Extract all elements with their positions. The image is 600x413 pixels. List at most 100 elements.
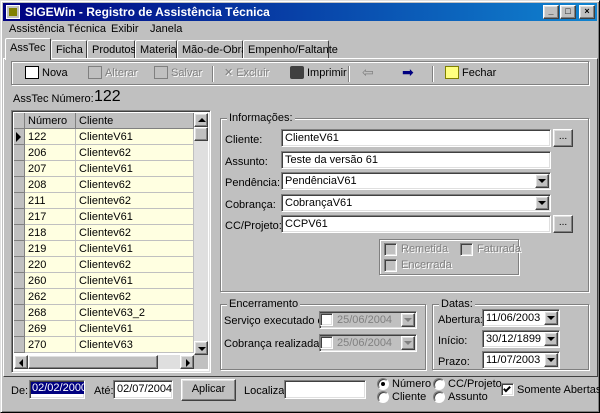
scroll-up-button[interactable] [194, 113, 208, 127]
close-button[interactable]: × [579, 5, 595, 19]
row-indicator[interactable] [14, 257, 25, 273]
table-row[interactable]: 268 ClienteV63_2 [14, 305, 194, 321]
table-row[interactable]: 260 ClienteV61 [14, 273, 194, 289]
cobranca-select[interactable]: CobrançaV61 [281, 194, 551, 212]
cell-cliente[interactable]: Clientev62 [76, 177, 194, 193]
cell-numero[interactable]: 220 [25, 257, 76, 273]
table-row[interactable]: 269 ClienteV61 [14, 321, 194, 337]
menu-exibir[interactable]: Exibir [111, 23, 139, 35]
cell-numero[interactable]: 211 [25, 193, 76, 209]
servico-executado-checkbox[interactable] [320, 313, 333, 326]
ccprojeto-radio[interactable] [433, 378, 445, 390]
tab-produtos[interactable]: Produtos [87, 40, 136, 59]
alterar-button[interactable]: Alterar [88, 66, 137, 82]
dropdown-arrow-icon[interactable] [401, 313, 415, 327]
prazo-date[interactable]: 11/07/2003 [482, 351, 560, 369]
records-grid[interactable]: Número Cliente 122 ClienteV61 206 Clientev6… [11, 110, 211, 373]
cell-cliente[interactable]: ClienteV61 [76, 161, 194, 177]
row-indicator[interactable] [14, 225, 25, 241]
cell-numero[interactable]: 218 [25, 225, 76, 241]
cliente-radio[interactable] [377, 391, 389, 403]
cell-numero[interactable]: 270 [25, 337, 76, 353]
cell-cliente[interactable]: ClienteV63 [76, 337, 194, 353]
row-indicator[interactable] [14, 193, 25, 209]
dropdown-arrow-icon[interactable] [544, 311, 558, 325]
ccprojeto-lookup-button[interactable]: ... [553, 215, 573, 233]
servico-executado-date[interactable]: 25/06/2004 [319, 311, 417, 329]
encerrada-checkbox[interactable] [384, 259, 397, 272]
tab-asstec[interactable]: AssTec [5, 38, 51, 60]
cell-cliente[interactable]: ClienteV61 [76, 209, 194, 225]
scroll-right-button[interactable] [180, 355, 194, 369]
cell-cliente[interactable]: Clientev62 [76, 289, 194, 305]
scroll-left-button[interactable] [14, 355, 28, 369]
cell-cliente[interactable]: Clientev62 [76, 145, 194, 161]
horizontal-scrollbar[interactable] [14, 355, 194, 369]
dropdown-arrow-icon[interactable] [401, 336, 415, 350]
cell-cliente[interactable]: Clientev62 [76, 193, 194, 209]
dropdown-arrow-icon[interactable] [544, 353, 558, 367]
cell-numero[interactable]: 260 [25, 273, 76, 289]
imprimir-button[interactable]: Imprimir [290, 66, 347, 82]
table-row[interactable]: 270 ClienteV63 [14, 337, 194, 353]
fechar-button[interactable]: Fechar [445, 66, 496, 82]
row-indicator[interactable] [14, 289, 25, 305]
menu-janela[interactable]: Janela [150, 23, 182, 35]
aplicar-button[interactable]: Aplicar [181, 379, 236, 401]
cliente-lookup-button[interactable]: ... [553, 129, 573, 147]
app-icon[interactable] [6, 5, 20, 19]
cell-numero[interactable]: 269 [25, 321, 76, 337]
abertura-date[interactable]: 11/06/2003 [482, 309, 560, 327]
remetida-checkbox[interactable] [384, 243, 397, 256]
scroll-thumb[interactable] [194, 127, 208, 141]
table-row[interactable]: 219 ClienteV61 [14, 241, 194, 257]
cell-cliente[interactable]: Clientev62 [76, 225, 194, 241]
horizontal-scroll-thumb[interactable] [28, 355, 158, 369]
column-header-numero[interactable]: Número [25, 113, 76, 129]
row-indicator[interactable] [14, 241, 25, 257]
title-bar[interactable]: SIGEWin - Registro de Assistência Técnic… [3, 3, 597, 21]
cell-cliente[interactable]: ClienteV63_2 [76, 305, 194, 321]
row-indicator[interactable] [14, 273, 25, 289]
next-arrow-icon[interactable]: ➡ [402, 64, 414, 80]
faturada-checkbox[interactable] [460, 243, 473, 256]
row-indicator[interactable] [14, 177, 25, 193]
cell-cliente[interactable]: ClienteV61 [76, 273, 194, 289]
row-indicator[interactable] [14, 145, 25, 161]
minimize-button[interactable]: _ [543, 5, 559, 19]
ate-date-field[interactable]: 02/07/2004 [113, 380, 173, 399]
localizar-input[interactable] [284, 380, 366, 399]
pendencia-select[interactable]: PendênciaV61 [281, 172, 551, 190]
maximize-button[interactable]: □ [560, 5, 576, 19]
inicio-date[interactable]: 30/12/1899 [482, 330, 560, 348]
dropdown-arrow-icon[interactable] [535, 196, 549, 210]
vertical-scrollbar[interactable] [194, 113, 208, 355]
dropdown-arrow-icon[interactable] [535, 174, 549, 188]
column-header-cliente[interactable]: Cliente [76, 113, 194, 129]
salvar-button[interactable]: Salvar [154, 66, 202, 82]
scroll-down-button[interactable] [194, 341, 208, 355]
cliente-field[interactable]: ClienteV61 [281, 129, 551, 147]
cell-numero[interactable]: 219 [25, 241, 76, 257]
numero-radio[interactable] [377, 378, 389, 390]
table-row[interactable]: 206 Clientev62 [14, 145, 194, 161]
tab-mao-de-obra[interactable]: Mão-de-Obra [177, 40, 247, 59]
table-row[interactable]: 207 ClienteV61 [14, 161, 194, 177]
row-indicator[interactable] [14, 321, 25, 337]
table-row[interactable]: 218 Clientev62 [14, 225, 194, 241]
row-indicator[interactable] [14, 305, 25, 321]
cell-cliente[interactable]: ClienteV61 [76, 129, 194, 145]
ccprojeto-field[interactable]: CCPV61 [281, 215, 551, 233]
tab-empenho-faltante[interactable]: Empenho/Faltante [243, 40, 338, 59]
table-row[interactable]: 262 Clientev62 [14, 289, 194, 305]
cell-cliente[interactable]: ClienteV61 [76, 241, 194, 257]
row-indicator[interactable] [14, 209, 25, 225]
cell-numero[interactable]: 268 [25, 305, 76, 321]
cell-numero[interactable]: 217 [25, 209, 76, 225]
previous-arrow-icon[interactable]: ⇦ [362, 64, 374, 80]
tab-ficha[interactable]: Ficha [51, 40, 87, 59]
row-indicator[interactable] [14, 161, 25, 177]
cobranca-realizada-date[interactable]: 25/06/2004 [319, 334, 417, 352]
table-row[interactable]: 122 ClienteV61 [14, 129, 194, 145]
table-row[interactable]: 208 Clientev62 [14, 177, 194, 193]
